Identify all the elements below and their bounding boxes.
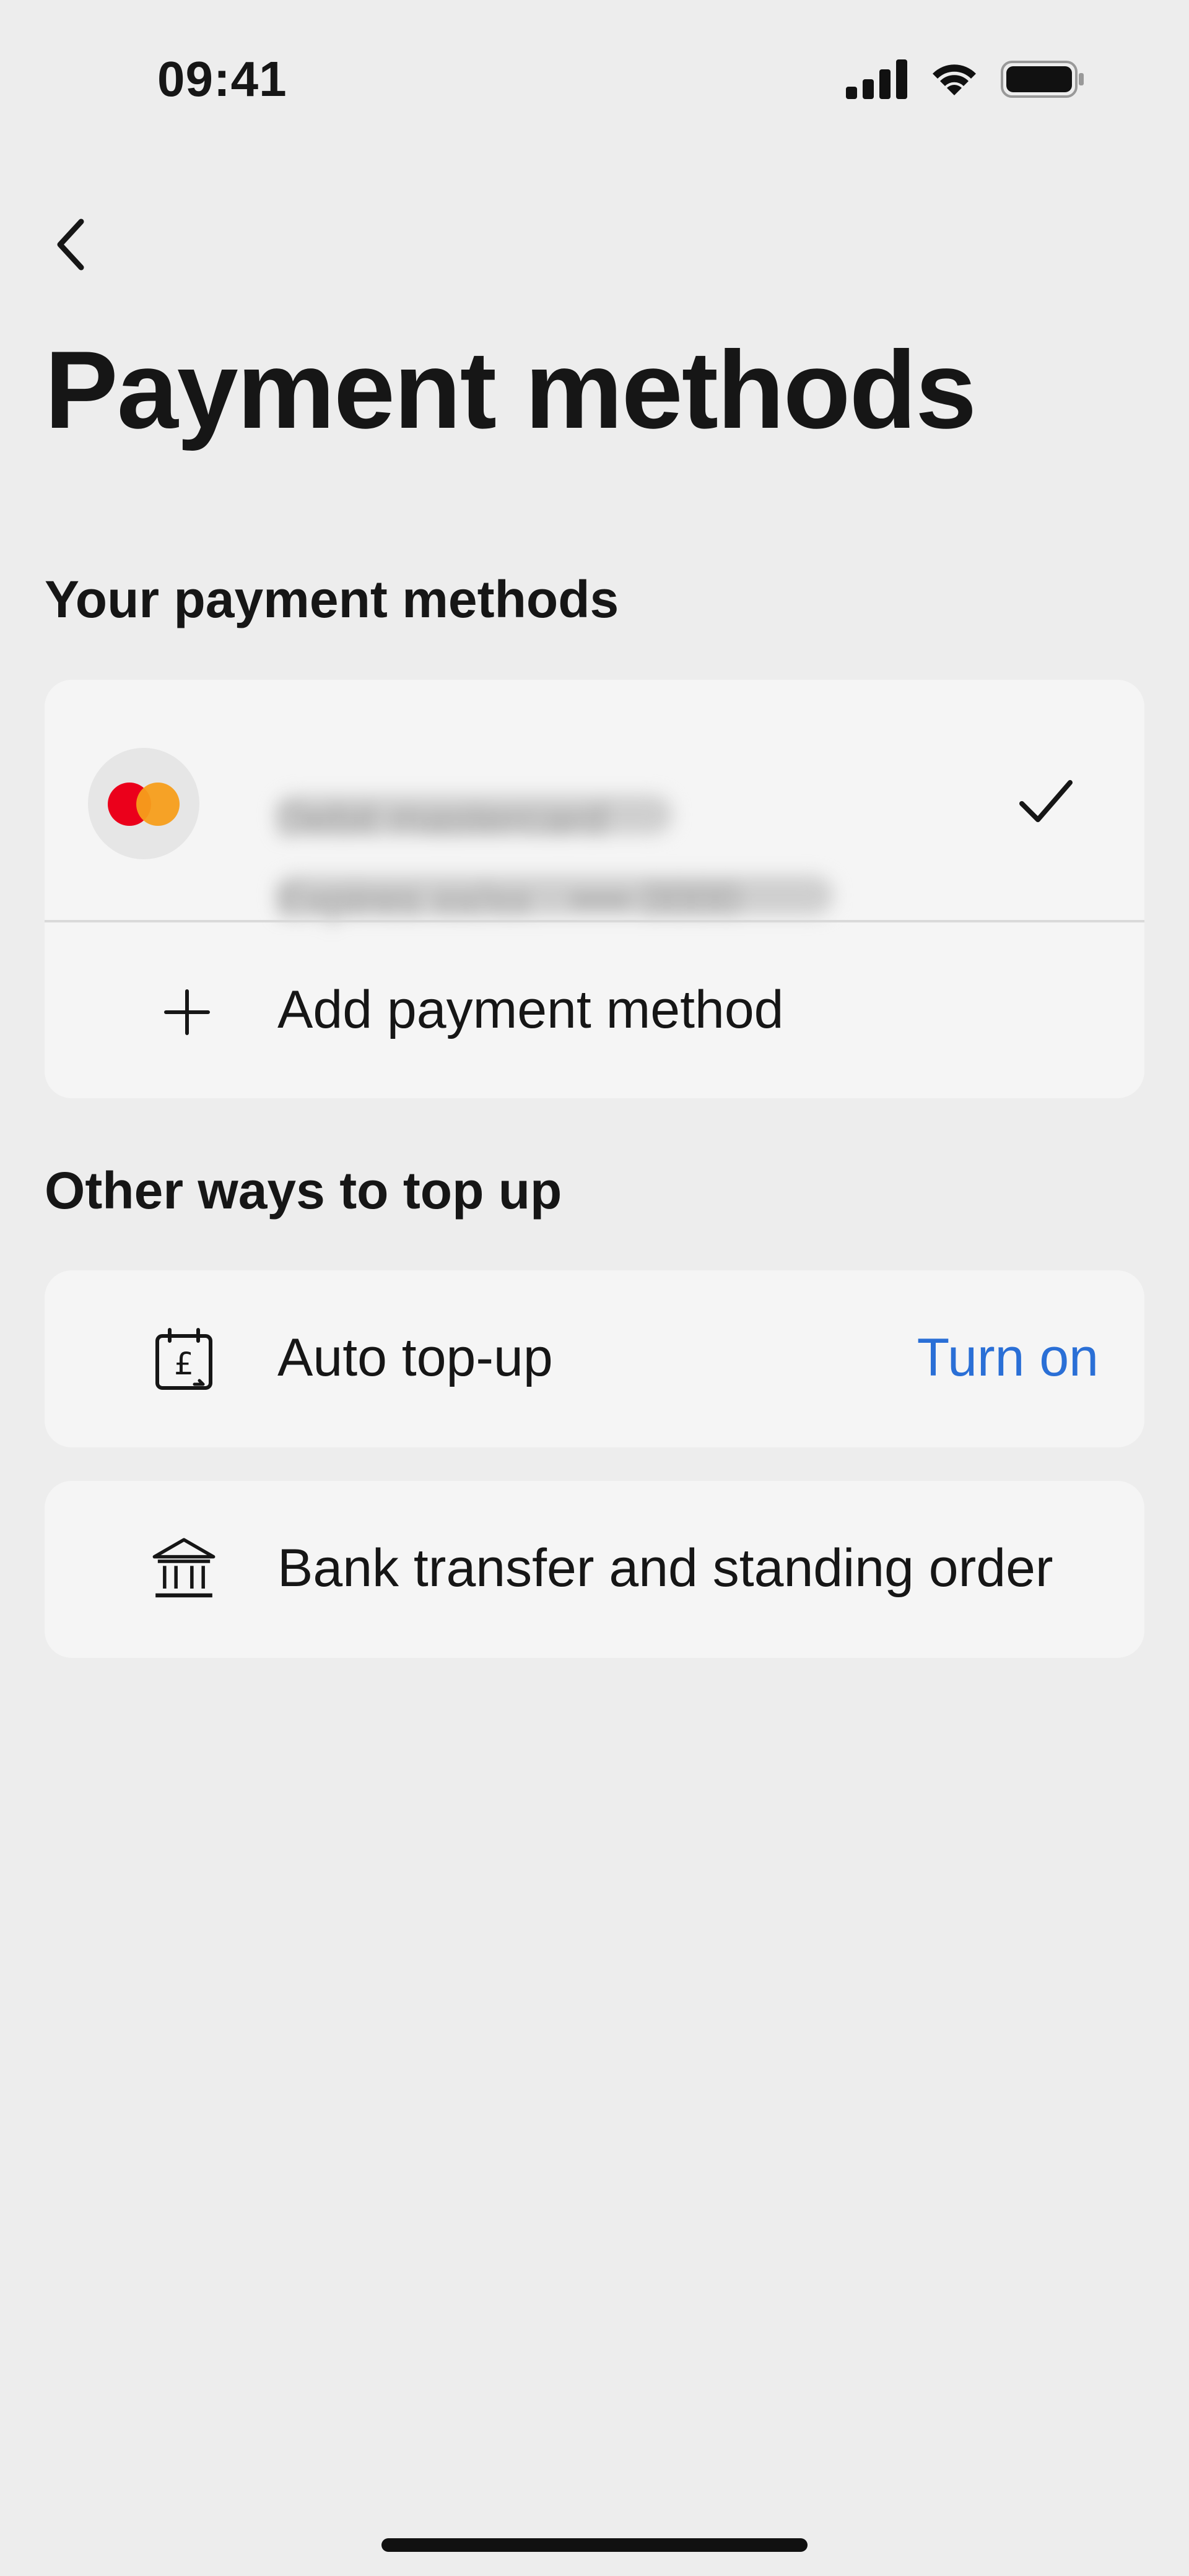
mastercard-icon xyxy=(88,748,199,859)
cellular-signal-icon xyxy=(846,59,907,99)
payment-methods-card: Debit mastercard Expires xx/xx · •••• 00… xyxy=(45,680,1144,1098)
your-payment-methods-heading: Your payment methods xyxy=(45,570,619,628)
wifi-icon xyxy=(933,64,976,95)
add-payment-method-label: Add payment method xyxy=(277,980,784,1039)
saved-card-row[interactable]: Debit mastercard Expires xx/xx · •••• 00… xyxy=(45,680,1144,924)
turn-on-link[interactable]: Turn on xyxy=(917,1327,1099,1389)
other-ways-heading: Other ways to top up xyxy=(45,1161,562,1220)
battery-icon xyxy=(1001,61,1084,98)
auto-topup-label: Auto top-up xyxy=(277,1328,553,1387)
status-time: 09:41 xyxy=(157,51,287,106)
status-bar: 09:41 xyxy=(0,0,1189,161)
chevron-left-icon xyxy=(57,219,84,271)
bank-transfer-row[interactable]: Bank transfer and standing order xyxy=(45,1481,1144,1658)
payment-methods-screen: 09:41 Payment methods Your payment metho… xyxy=(0,0,1189,2576)
checkmark-icon xyxy=(1019,780,1073,822)
saved-card-name: Debit mastercard xyxy=(276,796,606,844)
plus-icon xyxy=(153,978,221,1046)
home-indicator[interactable] xyxy=(381,2538,808,2552)
bank-icon xyxy=(150,1534,218,1602)
bank-transfer-label: Bank transfer and standing order xyxy=(277,1538,1053,1598)
add-payment-method-button[interactable]: Add payment method xyxy=(45,922,1144,1098)
svg-text:£: £ xyxy=(174,1346,194,1382)
back-button[interactable] xyxy=(37,210,105,279)
auto-topup-row[interactable]: £ Auto top-up Turn on xyxy=(45,1270,1144,1447)
mastercard-orange-circle xyxy=(136,783,180,826)
page-title: Payment methods xyxy=(45,328,977,451)
calendar-pound-icon: £ xyxy=(150,1325,218,1393)
status-icons xyxy=(846,59,1085,99)
redacted-card-details: Debit mastercard Expires xx/xx · •••• 00… xyxy=(258,773,889,927)
saved-card-detail: Expires xx/xx · •••• 0000 xyxy=(276,876,739,924)
